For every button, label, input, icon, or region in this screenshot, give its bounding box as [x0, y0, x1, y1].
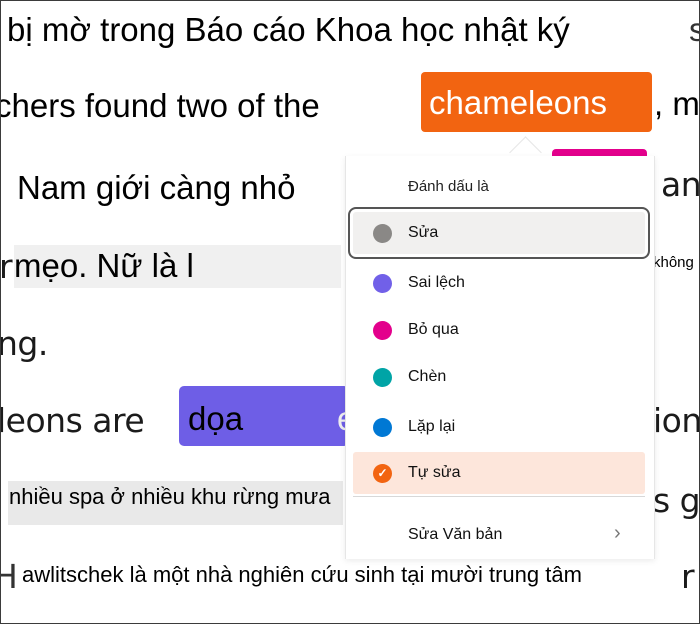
highlighted-word-doa[interactable]: dọa e — [179, 386, 355, 446]
menu-item-sua-van-ban[interactable]: Sửa Văn bản › — [346, 514, 646, 554]
text-line-1: bị mờ trong Báo cáo Khoa học nhật ký — [7, 11, 570, 48]
text-line-7: nhiều spa ở nhiều khu rừng mưa — [9, 484, 331, 509]
text-line-2-tail: , m — [654, 85, 700, 122]
menu-item-lap-lai[interactable]: Lặp lại — [353, 406, 645, 448]
teal-dot-icon — [373, 367, 392, 387]
text-line-7-tail: s g — [653, 481, 700, 520]
menu-item-chen[interactable]: Chèn — [353, 356, 645, 398]
overlay-word-khong: không — [651, 254, 696, 271]
pink-dot-icon — [373, 320, 392, 340]
chevron-right-icon: › — [614, 522, 621, 544]
text-line-4: mẹo. Nữ là l — [14, 247, 194, 284]
text-line-8-prefix: H — [1, 557, 18, 596]
purple-dot-icon — [373, 273, 392, 293]
menu-item-label: Sai lệch — [408, 274, 465, 291]
text-line-3: Nam giới càng nhỏ — [17, 169, 296, 206]
menu-item-tu-sua[interactable]: ✓ Tự sửa — [353, 452, 645, 494]
menu-item-label: Tự sửa — [408, 464, 461, 481]
text-line-5: ng. — [0, 324, 48, 363]
text-line-4-prefix: r — [0, 247, 13, 286]
menu-item-sua[interactable]: Sửa — [348, 207, 650, 259]
text-line-2: chers found two of the — [0, 87, 320, 124]
menu-header: Đánh dấu là — [408, 178, 489, 195]
highlighted-word-doa-text: dọa — [188, 400, 244, 437]
menu-item-bo-qua[interactable]: Bỏ qua — [353, 309, 645, 351]
text-line-8: awlitschek là một nhà nghiên cứu sinh tạ… — [22, 562, 582, 587]
submenu-label: Sửa Văn bản — [408, 526, 503, 543]
checkmark-icon: ✓ — [373, 463, 392, 483]
menu-item-label: Chèn — [408, 368, 447, 385]
text-line-1-tail: s — [689, 11, 699, 49]
menu-item-sai-lech[interactable]: Sai lệch — [353, 262, 645, 304]
mark-as-menu: Đánh dấu là Sửa Sai lệch Bỏ qua Chèn Lặp… — [345, 156, 655, 559]
text-line-6-tail: ion — [653, 401, 700, 440]
menu-item-label: Bỏ qua — [408, 321, 459, 338]
text-line-8-tail: r — [681, 557, 695, 596]
menu-item-label: Sửa — [408, 224, 439, 241]
menu-item-label: Lặp lại — [408, 418, 456, 435]
text-line-6: leons are — [0, 401, 145, 440]
highlighted-word-chameleons[interactable]: chameleons — [421, 72, 652, 132]
text-line-3-tail: an — [661, 165, 700, 204]
gray-dot-icon — [373, 223, 392, 243]
blue-dot-icon — [373, 417, 392, 437]
document-view: bị mờ trong Báo cáo Khoa học nhật ký s c… — [0, 0, 700, 624]
menu-divider — [353, 496, 645, 497]
